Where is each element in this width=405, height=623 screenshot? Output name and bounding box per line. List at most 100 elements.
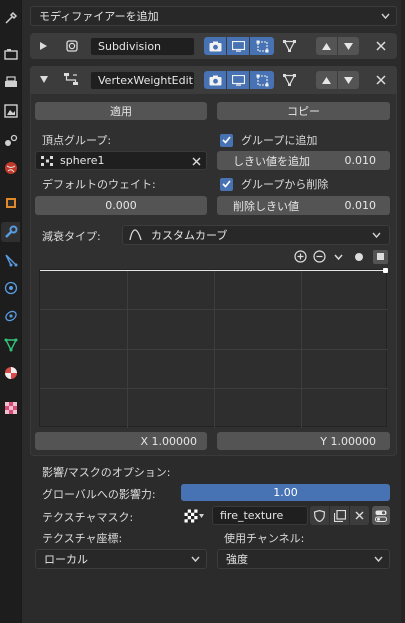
copy-button[interactable]: コピー	[217, 102, 390, 120]
modifier-name-field[interactable]: Subdivision	[90, 37, 195, 56]
oncage-toggle[interactable]	[278, 71, 300, 89]
wrench-icon	[4, 225, 17, 238]
visibility-toggles	[204, 71, 300, 89]
curve-options-button[interactable]	[373, 250, 388, 264]
material-tab[interactable]	[1, 363, 20, 383]
camera-icon	[209, 41, 221, 51]
object-square-icon	[5, 198, 16, 208]
move-down-button[interactable]	[338, 37, 359, 55]
clear-x-icon[interactable]	[192, 157, 201, 166]
particles-icon	[4, 254, 17, 267]
fake-user-button[interactable]	[310, 506, 329, 525]
move-up-button[interactable]	[316, 37, 337, 55]
checkbox[interactable]	[220, 177, 233, 191]
curve-y-field[interactable]: Y 1.00000	[217, 432, 390, 450]
constraint-icon	[4, 310, 17, 322]
triangle-up-icon	[322, 76, 331, 84]
texture-tab[interactable]	[1, 398, 20, 418]
curve-point[interactable]	[383, 268, 388, 273]
close-icon[interactable]	[376, 75, 386, 85]
expand-arrow-icon[interactable]	[40, 42, 47, 50]
add-to-group-checkbox[interactable]: グループに追加	[220, 132, 317, 148]
falloff-type-dropdown[interactable]: カスタムカーブ	[122, 225, 390, 245]
curve-mapping-graph[interactable]	[39, 268, 388, 428]
unlink-texture-button[interactable]	[350, 506, 369, 525]
properties-tab-bar	[0, 0, 21, 623]
monitor-icon	[231, 74, 245, 86]
close-icon[interactable]	[376, 41, 386, 51]
close-icon	[355, 511, 364, 520]
add-threshold-field[interactable]: しきい値を追加 0.010	[217, 151, 390, 170]
chevron-down-icon	[372, 232, 381, 239]
globe-icon	[4, 162, 17, 174]
texture-name-field[interactable]: fire_texture	[212, 506, 308, 525]
toggle-settings-icon	[375, 510, 387, 522]
grid-line	[301, 270, 302, 428]
chevron-down-icon	[381, 13, 390, 20]
editmode-toggle[interactable]	[204, 71, 226, 89]
chevron-down-icon	[374, 556, 383, 563]
data-tab[interactable]	[1, 335, 20, 355]
texture-browse-button[interactable]	[184, 507, 206, 525]
oncage-toggle[interactable]	[278, 37, 300, 55]
view-layer-tab[interactable]	[1, 101, 20, 121]
material-sphere-icon	[4, 367, 17, 379]
collapse-arrow-icon[interactable]	[40, 76, 48, 83]
particles-tab[interactable]	[1, 250, 20, 270]
clip-dot-icon[interactable]	[354, 252, 364, 262]
vertex-triangle-icon	[282, 74, 296, 86]
viewport-toggle[interactable]	[227, 37, 249, 55]
constraints-tab[interactable]	[1, 306, 20, 326]
editcage-toggle[interactable]	[250, 37, 274, 55]
reorder-buttons	[316, 71, 359, 89]
global-influence-label: グローバルへの影響力:	[42, 488, 156, 501]
object-tab[interactable]	[1, 193, 20, 213]
remove-from-group-checkbox[interactable]: グループから削除	[220, 176, 328, 192]
image-icon	[3, 104, 18, 118]
zoom-out-icon[interactable]	[313, 250, 326, 263]
modifier-name-field[interactable]: VertexWeightEdit	[90, 71, 195, 90]
remove-threshold-field[interactable]: 削除しきい値 0.010	[217, 196, 390, 215]
reorder-buttons	[316, 37, 359, 55]
vertex-weight-icon	[64, 73, 78, 85]
render-tab[interactable]	[1, 44, 20, 64]
use-channel-dropdown[interactable]: 強度	[217, 549, 390, 569]
move-up-button[interactable]	[316, 71, 337, 89]
physics-tab[interactable]	[1, 278, 20, 298]
mesh-triangle-icon	[4, 338, 17, 352]
check-icon	[222, 180, 231, 188]
output-tab[interactable]	[1, 73, 20, 93]
editmode-toggle[interactable]	[204, 37, 226, 55]
modifier-vertexweightedit-header[interactable]: VertexWeightEdit	[30, 66, 397, 94]
curve-x-field[interactable]: X 1.00000	[35, 432, 207, 450]
zoom-in-icon[interactable]	[294, 250, 307, 263]
triangle-down-icon	[344, 76, 353, 84]
texture-buttons	[310, 506, 369, 525]
texture-settings-button[interactable]	[372, 506, 390, 525]
chevron-down-icon[interactable]	[334, 254, 343, 261]
wrench-screwdriver-icon	[4, 11, 17, 24]
modifier-tab[interactable]	[1, 222, 20, 242]
scene-tab[interactable]	[1, 130, 20, 150]
apply-button[interactable]: 適用	[35, 102, 207, 120]
texture-coords-dropdown[interactable]: ローカル	[35, 549, 207, 569]
add-modifier-dropdown[interactable]: モディファイアーを追加	[30, 6, 397, 26]
falloff-type-label: 減衰タイプ:	[42, 230, 101, 243]
tool-tab[interactable]	[1, 8, 20, 28]
subdivision-icon	[66, 40, 78, 52]
checkbox[interactable]	[220, 133, 233, 147]
editcage-toggle[interactable]	[250, 71, 274, 89]
physics-orbit-icon	[4, 281, 17, 295]
curve-line	[40, 270, 388, 271]
move-down-button[interactable]	[338, 71, 359, 89]
panel-scrollbar[interactable]	[401, 0, 405, 623]
vertex-group-field[interactable]: sphere1	[35, 151, 207, 170]
world-tab[interactable]	[1, 158, 20, 178]
scene-icon	[4, 134, 17, 146]
viewport-toggle[interactable]	[227, 71, 249, 89]
texture-mask-label: テクスチャマスク:	[42, 511, 134, 524]
default-weight-field[interactable]: 0.000	[35, 196, 207, 215]
duplicate-texture-button[interactable]	[330, 506, 349, 525]
modifier-subdivision-header[interactable]: Subdivision	[30, 33, 397, 59]
global-influence-slider[interactable]: 1.00	[181, 484, 390, 501]
